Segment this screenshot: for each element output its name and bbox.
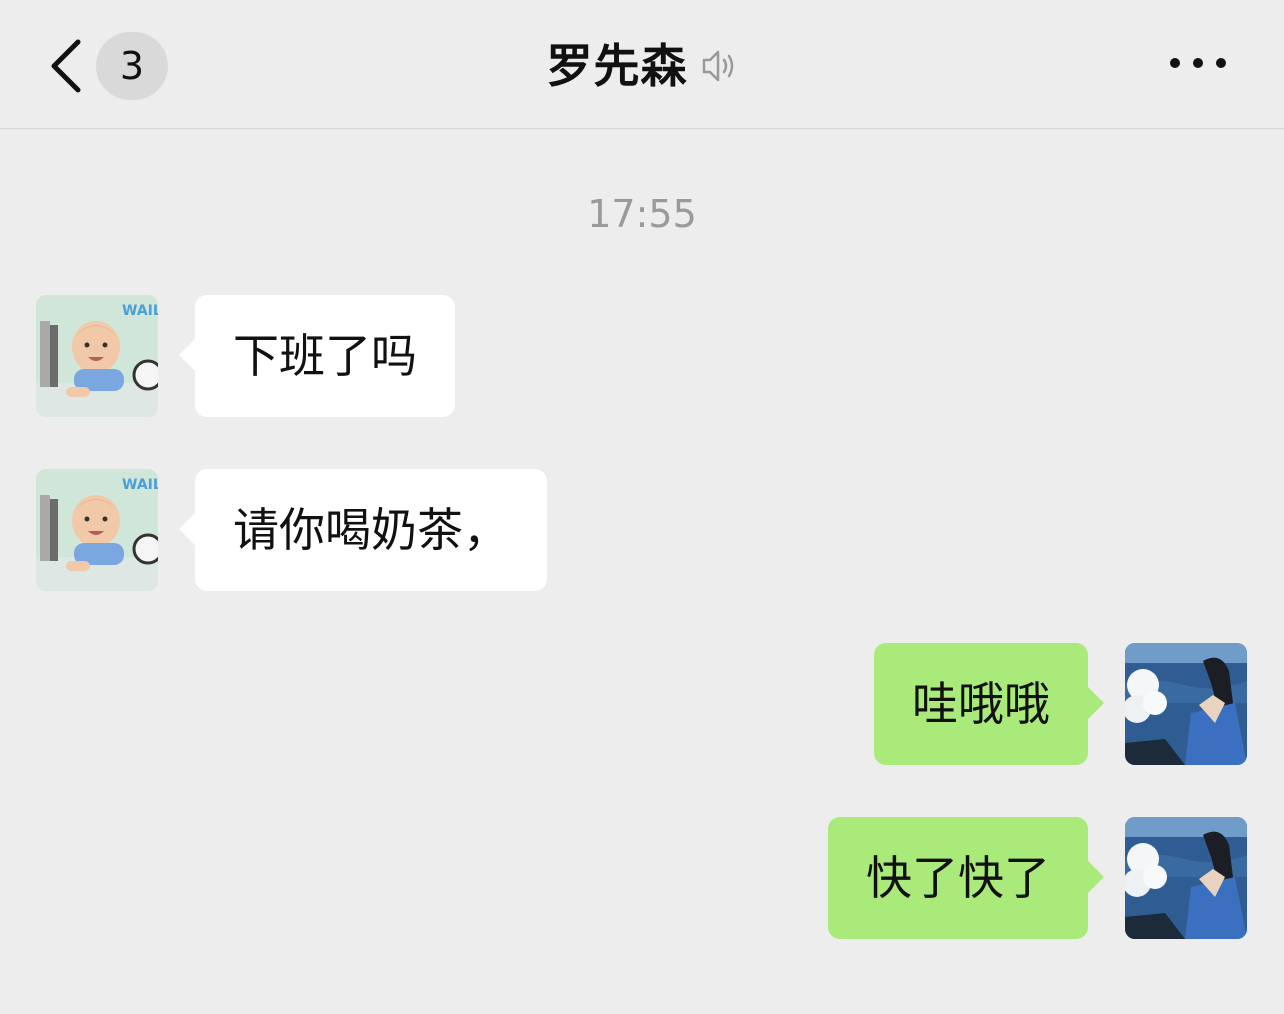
- mute-icon: [702, 50, 733, 82]
- svg-text:WAIL: WAIL: [122, 303, 158, 319]
- more-button[interactable]: [1166, 44, 1230, 84]
- sea-photo-icon: [1125, 817, 1247, 939]
- message-row-outgoing: 哇哦哦: [0, 643, 1284, 767]
- baby-photo-icon: WAIL: [36, 469, 158, 591]
- more-icon: [1170, 58, 1180, 68]
- svg-text:WAIL: WAIL: [122, 477, 158, 493]
- message-bubble-outgoing[interactable]: 快了快了: [828, 817, 1104, 939]
- contact-avatar[interactable]: WAIL: [36, 469, 158, 591]
- sea-photo-icon: [1125, 643, 1247, 765]
- contact-avatar[interactable]: WAIL: [36, 295, 158, 417]
- message-row-incoming: WAIL 请你喝奶茶，: [0, 469, 1284, 593]
- message-bubble-incoming[interactable]: 下班了吗: [179, 295, 455, 417]
- title-area: 罗先森: [0, 34, 1284, 98]
- my-avatar[interactable]: [1125, 817, 1247, 939]
- message-bubble-outgoing[interactable]: 哇哦哦: [874, 643, 1104, 765]
- message-timestamp: 17:55: [587, 192, 697, 236]
- chat-header: 3 罗先森: [0, 0, 1284, 129]
- message-row-incoming: WAIL 下班了吗: [0, 295, 1284, 419]
- message-row-outgoing: 快了快了: [0, 817, 1284, 941]
- my-avatar[interactable]: [1125, 643, 1247, 765]
- baby-photo-icon: WAIL: [36, 295, 158, 417]
- chat-title: 罗先森: [546, 39, 688, 93]
- message-bubble-incoming[interactable]: 请你喝奶茶，: [179, 469, 547, 591]
